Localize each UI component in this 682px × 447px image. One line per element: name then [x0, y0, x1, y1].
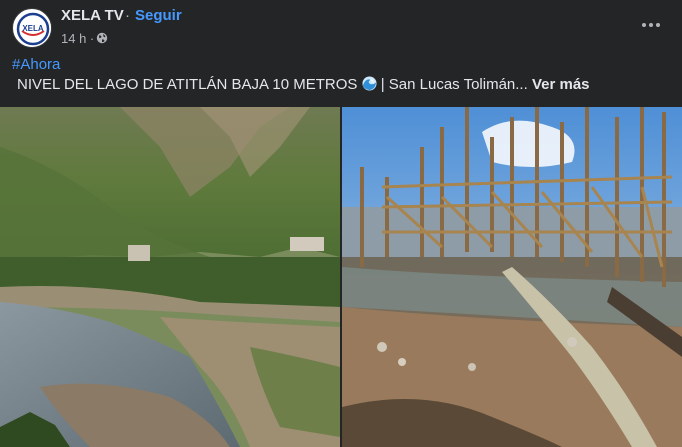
dock-construction-photo[interactable] [342, 107, 682, 447]
post-header: XELA XELA TV · Seguir 14 h · [0, 0, 682, 52]
caption-location: | San Lucas Tolimán... [380, 76, 528, 93]
page-name[interactable]: XELA TV [61, 7, 124, 24]
dock-construction-image [342, 107, 682, 447]
globe-icon[interactable] [96, 32, 108, 44]
xela-tv-logo-icon: XELA [14, 10, 51, 47]
see-more-link[interactable]: Ver más [532, 76, 590, 93]
post-time[interactable]: 14 h · [61, 31, 94, 46]
more-icon[interactable] [640, 14, 662, 36]
lake-shore-photo[interactable] [0, 107, 340, 447]
name-separator: · [125, 7, 130, 24]
hashtag-link[interactable]: #Ahora [12, 56, 60, 73]
caption-headline: NIVEL DEL LAGO DE ATITLÁN BAJA 10 METROS [17, 76, 358, 93]
lake-shore-image [0, 107, 340, 447]
follow-button[interactable]: Seguir [135, 7, 182, 24]
avatar-text: XELA [22, 24, 44, 33]
post-caption: NIVEL DEL LAGO DE ATITLÁN BAJA 10 METROS… [17, 76, 590, 93]
water-wave-icon [362, 76, 377, 91]
avatar[interactable]: XELA [12, 8, 52, 48]
